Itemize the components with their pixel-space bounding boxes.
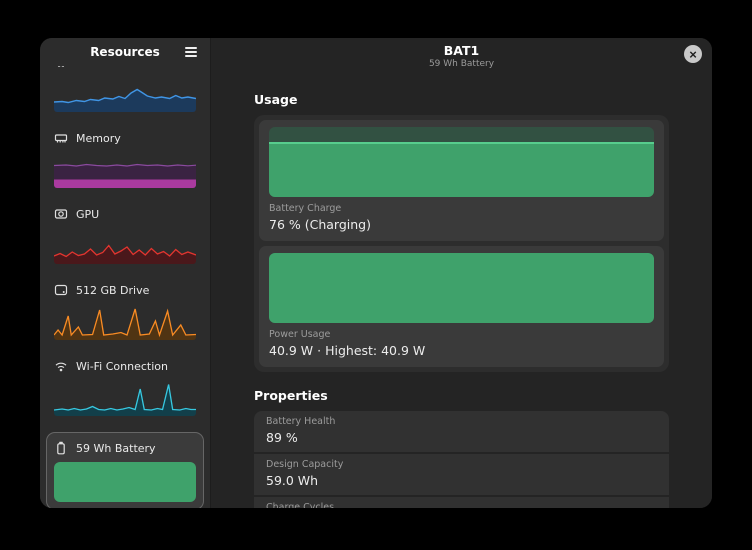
processor-usage-chart <box>54 76 196 112</box>
sidebar-header: Resources <box>40 38 210 66</box>
hamburger-icon <box>185 47 197 57</box>
app-window: Resources Processor <box>40 38 712 508</box>
main-content: Usage Battery Charge 76 % (Charging) Pow… <box>211 78 712 508</box>
sidebar-item-label: 512 GB Drive <box>76 284 149 297</box>
battery-charge-gauge-fill <box>269 142 654 197</box>
sidebar-item-drive[interactable]: 512 GB Drive <box>54 280 196 340</box>
sidebar-item-label: GPU <box>76 208 99 221</box>
wifi-usage-chart <box>54 380 196 416</box>
battery-charge-gauge <box>269 127 654 197</box>
drive-usage-chart <box>54 304 196 340</box>
power-usage-gauge-fill <box>269 253 654 323</box>
properties-list: Battery Health 89 % Design Capacity 59.0… <box>254 411 669 508</box>
sidebar-item-label: Processor <box>76 66 129 69</box>
memory-usage-chart <box>54 152 196 188</box>
close-icon: × <box>689 47 697 62</box>
sidebar-item-wifi[interactable]: Wi-Fi Connection <box>54 356 196 416</box>
sidebar-item-label: 59 Wh Battery <box>76 442 156 455</box>
sidebar-item-gpu[interactable]: GPU <box>54 204 196 264</box>
battery-charge-block <box>54 462 196 502</box>
property-row-battery-health: Battery Health 89 % <box>254 411 669 452</box>
gpu-usage-chart <box>54 228 196 264</box>
battery-icon <box>54 441 68 455</box>
sidebar: Resources Processor <box>40 38 211 508</box>
wifi-icon <box>54 359 68 373</box>
power-usage-label: Power Usage <box>269 329 654 341</box>
sidebar-item-label: Memory <box>76 132 121 145</box>
battery-charge-label: Battery Charge <box>269 203 654 215</box>
memory-icon <box>54 131 68 145</box>
close-button[interactable]: × <box>684 45 702 63</box>
usage-card: Battery Charge 76 % (Charging) Power Usa… <box>254 115 669 372</box>
power-usage-tile: Power Usage 40.9 W · Highest: 40.9 W <box>259 246 664 367</box>
property-row-design-capacity: Design Capacity 59.0 Wh <box>254 454 669 495</box>
main-panel: BAT1 59 Wh Battery × Usage Battery Charg… <box>211 38 712 508</box>
property-row-charge-cycles: Charge Cycles 278 <box>254 497 669 508</box>
menu-button[interactable] <box>180 42 202 62</box>
battery-charge-value: 76 % (Charging) <box>269 217 654 233</box>
battery-charge-tile: Battery Charge 76 % (Charging) <box>259 120 664 241</box>
sidebar-list: Processor Memory <box>40 66 210 508</box>
processor-icon <box>54 66 68 69</box>
sidebar-item-memory[interactable]: Memory <box>54 128 196 188</box>
properties-heading: Properties <box>254 388 669 403</box>
main-header: BAT1 59 Wh Battery × <box>211 38 712 78</box>
drive-icon <box>54 283 68 297</box>
power-usage-value: 40.9 W · Highest: 40.9 W <box>269 343 654 359</box>
power-usage-gauge <box>269 253 654 323</box>
sidebar-item-processor[interactable]: Processor <box>54 66 196 112</box>
gpu-icon <box>54 207 68 221</box>
sidebar-item-battery[interactable]: 59 Wh Battery <box>46 432 204 508</box>
usage-heading: Usage <box>254 92 669 107</box>
page-subtitle: 59 Wh Battery <box>211 58 712 70</box>
sidebar-title: Resources <box>90 45 160 59</box>
page-title: BAT1 <box>211 44 712 58</box>
sidebar-item-label: Wi-Fi Connection <box>76 360 168 373</box>
